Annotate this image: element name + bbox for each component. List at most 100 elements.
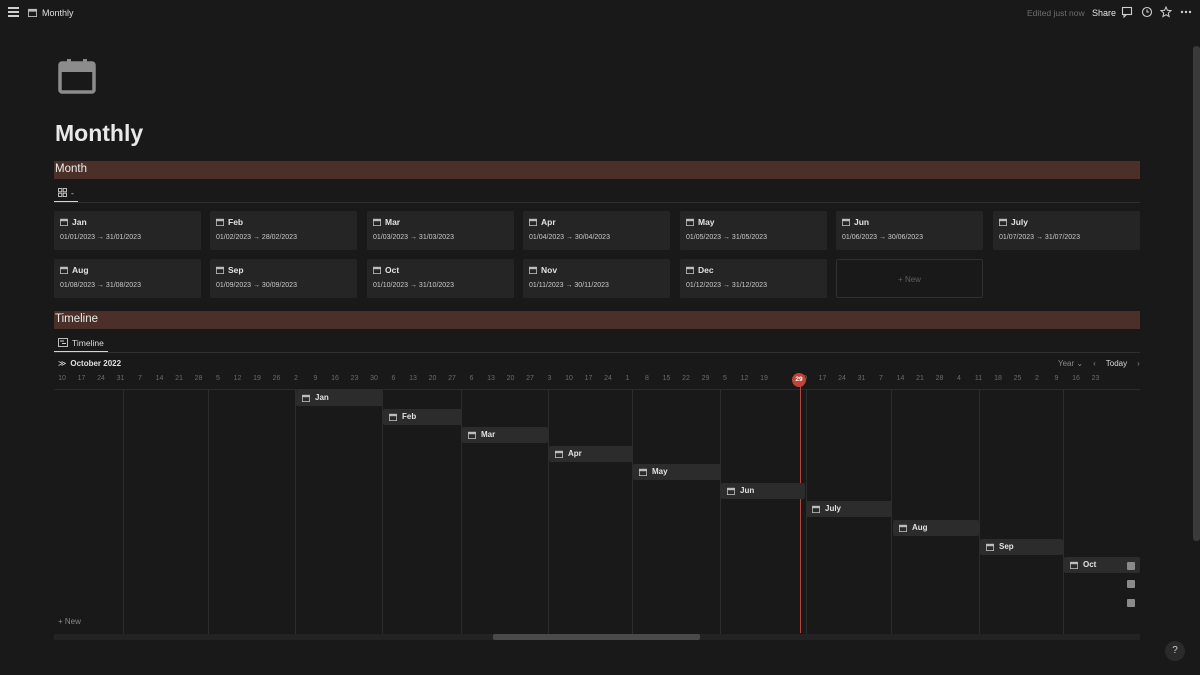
calendar-icon (727, 487, 735, 495)
day-tick: 28 (935, 375, 944, 382)
day-tick: 17 (77, 375, 86, 382)
calendar-icon (468, 431, 476, 439)
timeline-bar[interactable]: Feb (383, 409, 462, 425)
timeline-bar[interactable]: Sep (980, 539, 1063, 555)
calendar-icon (529, 218, 537, 226)
today-line (800, 383, 801, 633)
star-icon[interactable] (1160, 6, 1172, 18)
day-tick: 6 (391, 375, 396, 382)
scroll-thumb[interactable] (493, 634, 700, 640)
bar-label: Sep (999, 542, 1014, 551)
month-card[interactable]: Jun 01/06/2023 → 30/06/2023 (836, 211, 983, 250)
timeline-bar[interactable]: May (633, 464, 721, 480)
timeline-bar[interactable]: July (806, 501, 892, 517)
top-bar: Monthly Edited just now Share (0, 0, 1200, 26)
month-card[interactable]: July 01/07/2023 → 31/07/2023 (993, 211, 1140, 250)
day-tick: 21 (175, 375, 183, 382)
calendar-icon (986, 543, 994, 551)
day-tick: 7 (879, 375, 883, 382)
month-card[interactable]: Dec 01/12/2023 → 31/12/2023 (680, 259, 827, 298)
timeline-bar[interactable]: Mar (462, 427, 548, 443)
month-card[interactable]: May 01/05/2023 → 31/05/2023 (680, 211, 827, 250)
timeline-bar[interactable]: Aug (893, 520, 979, 536)
month-label: October 2022 (70, 359, 122, 368)
comment-icon[interactable] (1121, 6, 1133, 18)
card-dates: 01/02/2023 → 28/02/2023 (216, 234, 297, 241)
card-dates: 01/04/2023 → 30/04/2023 (529, 234, 610, 241)
card-dates: 01/03/2023 → 31/03/2023 (373, 234, 454, 241)
month-card[interactable]: Mar 01/03/2023 → 31/03/2023 (367, 211, 514, 250)
new-card-button[interactable]: + New (836, 259, 983, 298)
month-card[interactable]: Feb 01/02/2023 → 28/02/2023 (210, 211, 357, 250)
expand-icon[interactable]: ≫ (58, 359, 66, 368)
month-card[interactable]: Sep 01/09/2023 → 30/09/2023 (210, 259, 357, 298)
card-title: Aug (72, 265, 89, 275)
calendar-icon (529, 266, 537, 274)
view-label: Timeline (72, 337, 104, 348)
expand-row-icon[interactable] (1127, 562, 1135, 570)
expand-row-icon[interactable] (1127, 580, 1135, 588)
day-tick: 13 (409, 375, 417, 382)
share-button[interactable]: Share (1092, 8, 1116, 18)
next-button[interactable]: › (1137, 359, 1140, 368)
timeline-icon (58, 338, 68, 347)
day-tick: 31 (116, 375, 125, 382)
month-card[interactable]: Aug 01/08/2023 → 31/08/2023 (54, 259, 201, 298)
day-tick: 21 (916, 375, 924, 382)
prev-button[interactable]: ‹ (1093, 359, 1096, 368)
month-gridline (208, 390, 209, 634)
scale-select[interactable]: Year ⌄ (1058, 359, 1083, 368)
timeline-view-tab[interactable]: Timeline (54, 334, 108, 352)
day-tick: 2 (1035, 375, 1039, 382)
timeline-bar[interactable]: Jun (721, 483, 805, 499)
day-tick: 23 (1091, 375, 1100, 382)
timeline-canvas[interactable] (54, 389, 1140, 634)
day-tick: 15 (662, 375, 671, 382)
month-card[interactable]: Nov 01/11/2023 → 30/11/2023 (523, 259, 670, 298)
menu-icon[interactable] (8, 7, 19, 17)
card-title: Sep (228, 265, 244, 275)
day-tick: 2 (294, 375, 298, 382)
bar-label: Jan (315, 393, 329, 402)
bar-label: May (652, 467, 668, 476)
day-tick: 9 (313, 375, 318, 382)
day-tick: 11 (974, 375, 983, 382)
timeline-new-button[interactable]: + New (58, 617, 81, 626)
month-gridline (548, 390, 549, 634)
day-tick: 6 (469, 375, 474, 382)
day-tick: 19 (760, 375, 768, 382)
calendar-icon (373, 218, 381, 226)
new-label: + New (898, 275, 921, 284)
day-ticks: 10 17 24 31 7 14 21 28 5 12 19 26 2 9 16 23 30 6 13 20 27 6 13… (54, 375, 1140, 385)
help-button[interactable]: ? (1165, 641, 1185, 661)
day-tick: 29 (701, 375, 710, 382)
vertical-scrollbar[interactable] (1193, 46, 1200, 541)
calendar-icon (812, 505, 820, 513)
divider (54, 352, 1140, 353)
calendar-icon[interactable] (58, 58, 96, 94)
timeline-bar[interactable]: Jan (296, 390, 383, 406)
timeline-bar[interactable]: Apr (549, 446, 633, 462)
month-card[interactable]: Apr 01/04/2023 → 30/04/2023 (523, 211, 670, 250)
breadcrumb[interactable]: Monthly (42, 8, 74, 18)
month-card[interactable]: Oct 01/10/2023 → 31/10/2023 (367, 259, 514, 298)
day-tick: 17 (818, 375, 827, 382)
calendar-icon (686, 218, 694, 226)
day-tick: 5 (216, 375, 220, 382)
horizontal-scrollbar[interactable] (54, 634, 1140, 640)
today-button[interactable]: Today (1106, 359, 1127, 368)
history-icon[interactable] (1141, 6, 1153, 18)
gallery-view-tab[interactable]: - (54, 184, 78, 202)
today-marker: 29 (792, 373, 806, 387)
more-icon[interactable] (1180, 6, 1192, 18)
month-card[interactable]: Jan 01/01/2023 → 31/01/2023 (54, 211, 201, 250)
expand-row-icon[interactable] (1127, 599, 1135, 607)
day-tick: 13 (487, 375, 495, 382)
day-tick: 24 (97, 375, 105, 382)
gallery-icon (58, 188, 67, 197)
calendar-icon (216, 266, 224, 274)
day-tick: 10 (565, 375, 573, 382)
section-title: Timeline (55, 313, 99, 325)
calendar-icon (899, 524, 907, 532)
day-tick: 12 (740, 375, 749, 382)
